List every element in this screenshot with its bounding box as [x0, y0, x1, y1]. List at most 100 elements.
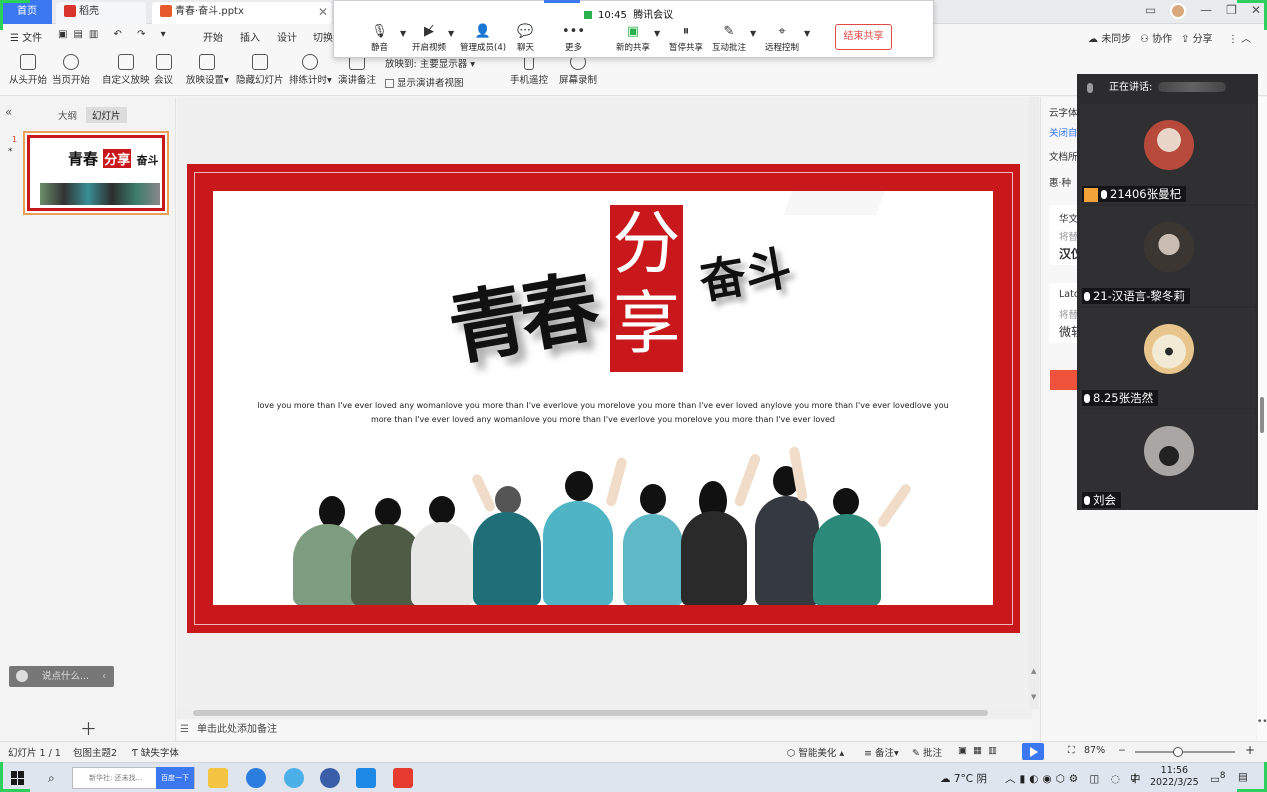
news-search-box[interactable]: 新华社: 还未找... 百度一下: [72, 767, 195, 789]
weather-widget[interactable]: ☁ 7°C 阴: [940, 771, 987, 786]
menu-transition[interactable]: 切换: [313, 29, 333, 44]
avatar[interactable]: [1170, 3, 1187, 19]
action-center-icon[interactable]: ▤: [1238, 771, 1248, 783]
layout-icon[interactable]: ▭: [1145, 3, 1156, 19]
comment-button[interactable]: ✎ 批注: [912, 745, 942, 759]
figure-head: [375, 498, 401, 526]
minimize-icon[interactable]: —: [1200, 3, 1212, 19]
share-button[interactable]: ⇪ 分享: [1181, 30, 1213, 45]
notes-area[interactable]: ☰ 单击此处添加备注: [177, 720, 1032, 740]
close-icon[interactable]: ✕: [318, 2, 328, 22]
horizontal-scrollbar[interactable]: [177, 707, 1032, 719]
restore-icon[interactable]: ❐: [1226, 3, 1237, 19]
close-window-icon[interactable]: ✕: [1251, 3, 1261, 19]
remote-dropdown-icon[interactable]: ▼: [804, 29, 810, 38]
mute-button[interactable]: 🎙 静音: [371, 25, 388, 54]
scroll-up-icon[interactable]: ▲: [1031, 667, 1036, 675]
font-item-0[interactable]: 惠·种: [1049, 175, 1071, 189]
mute-dropdown-icon[interactable]: ▼: [400, 29, 406, 38]
scrollbar-thumb[interactable]: [193, 710, 988, 716]
close-link[interactable]: 关闭自: [1049, 125, 1078, 139]
side-scroll-handle[interactable]: [1260, 397, 1264, 433]
video-dropdown-icon[interactable]: ▼: [448, 29, 454, 38]
participant-tile-1[interactable]: 21406张曼杞: [1080, 104, 1255, 204]
drag-handle[interactable]: [544, 0, 580, 3]
participant-tile-3[interactable]: 8.25张浩然: [1080, 308, 1255, 408]
ime-indicator[interactable]: 中: [1130, 771, 1141, 786]
zoom-slider-knob[interactable]: [1173, 747, 1183, 757]
sync-status[interactable]: ☁ 未同步: [1088, 30, 1131, 45]
title-box-char1: 分: [612, 205, 681, 284]
tencent-meeting-icon[interactable]: [356, 768, 376, 788]
show-setup-button[interactable]: 放映设置▾: [186, 54, 229, 86]
zoom-slider[interactable]: [1135, 747, 1235, 757]
annotate-dropdown-icon[interactable]: ▼: [750, 29, 756, 38]
chat-button[interactable]: 💬 聊天: [517, 25, 534, 54]
beautify-button[interactable]: ⬡ 智能美化 ▴: [787, 745, 844, 759]
file-explorer-icon[interactable]: [208, 768, 228, 788]
clock[interactable]: 11:56 2022/3/25: [1150, 765, 1199, 789]
rehearse-button[interactable]: 排练计时▾: [289, 54, 332, 86]
collab-button[interactable]: ⚇ 协作: [1140, 30, 1172, 45]
wps-icon[interactable]: [393, 768, 413, 788]
zoom-in-icon[interactable]: +: [1245, 743, 1255, 757]
menu-start[interactable]: 开始: [203, 29, 223, 44]
collapse-icon[interactable]: «: [5, 105, 12, 119]
menu-insert[interactable]: 插入: [240, 29, 260, 44]
participant-name: 21-汉语言-黎冬莉: [1082, 288, 1190, 304]
search-icon[interactable]: ⌕: [48, 771, 55, 786]
globe-app-icon[interactable]: [320, 768, 340, 788]
tab-daoke[interactable]: 稻壳: [56, 2, 146, 24]
view-mode-icons[interactable]: ▣▦▥: [958, 745, 1003, 756]
add-slide-icon[interactable]: ＋: [80, 715, 97, 740]
tray-icons[interactable]: ︿▮◐◉⬡⚙ ◫ ◌ ♪: [1005, 771, 1142, 786]
share-dropdown-icon[interactable]: ▼: [654, 29, 660, 38]
tab-file-label: 青春·奋斗.pptx: [175, 6, 244, 17]
hide-slide-button[interactable]: 隐藏幻灯片: [236, 54, 284, 86]
end-share-button[interactable]: 结束共享: [835, 24, 892, 50]
menu-file[interactable]: ☰ 文件: [10, 29, 42, 44]
windows-start-icon[interactable]: [11, 771, 25, 785]
more-icon[interactable]: ⋮ ︿: [1228, 30, 1251, 45]
play-to-select[interactable]: 放映到: 主要显示器 ▾: [385, 56, 475, 70]
participant-tile-4[interactable]: 刘会: [1080, 410, 1255, 510]
annotate-button[interactable]: ✎ 互动批注: [712, 25, 746, 54]
notification-icon[interactable]: ▭8: [1210, 771, 1226, 786]
comment-input[interactable]: 说点什么... ‹: [9, 666, 114, 687]
slide-canvas[interactable]: 分享 青春 奋斗 love you more than I've ever lo…: [187, 164, 1020, 633]
chevron-left-icon[interactable]: ‹: [102, 666, 106, 687]
tab-file[interactable]: 青春·奋斗.pptx ✕: [152, 2, 332, 24]
ie-browser-icon[interactable]: [284, 768, 304, 788]
participant-tile-2[interactable]: 21-汉语言-黎冬莉: [1080, 206, 1255, 306]
baidu-button[interactable]: 百度一下: [156, 767, 194, 789]
scroll-down-icon[interactable]: ▼: [1031, 693, 1036, 701]
missing-font-button[interactable]: Ƭ 缺失字体: [132, 745, 179, 759]
more-button[interactable]: ••• 更多: [562, 25, 585, 54]
slide-thumbnail[interactable]: 青春 分享 奋斗: [23, 131, 169, 215]
vertical-scrollbar[interactable]: ▲ ▼: [1029, 97, 1039, 709]
play-button[interactable]: [1022, 743, 1044, 760]
notes-button[interactable]: ≡ 备注▾: [864, 745, 899, 759]
fit-icon[interactable]: ⛶: [1068, 745, 1075, 756]
speaker-notes-button[interactable]: 演讲备注: [338, 54, 376, 86]
tab-slides[interactable]: 幻灯片: [86, 107, 127, 123]
presenter-view-checkbox[interactable]: 显示演讲者视图: [385, 75, 464, 89]
edge-browser-icon[interactable]: [246, 768, 266, 788]
from-start-button[interactable]: 从头开始: [9, 54, 47, 86]
zoom-out-icon[interactable]: −: [1118, 745, 1126, 756]
custom-show-button[interactable]: 自定义放映: [102, 54, 150, 86]
from-current-button[interactable]: 当页开始: [52, 54, 90, 86]
meeting-button[interactable]: 会议: [154, 54, 173, 86]
screen-record-button[interactable]: 屏幕录制: [559, 54, 597, 86]
phone-remote-button[interactable]: 手机遥控: [510, 54, 548, 86]
members-button[interactable]: 👤 管理成员(4): [460, 25, 506, 54]
new-share-button[interactable]: ▣ 新的共享: [616, 25, 650, 54]
menu-design[interactable]: 设计: [277, 29, 297, 44]
tab-outline[interactable]: 大纲: [52, 107, 83, 123]
more-dots-icon[interactable]: •••: [1257, 717, 1267, 727]
tab-home[interactable]: 首页: [2, 0, 52, 24]
pause-share-button[interactable]: ⏸ 暂停共享: [669, 25, 703, 54]
video-button[interactable]: ▶̸ 开启视频: [412, 25, 446, 54]
quick-access-icons[interactable]: ▣▤▥ ↶ ↷ ▾: [58, 29, 172, 40]
remote-control-button[interactable]: ⌖ 远程控制: [765, 25, 799, 54]
